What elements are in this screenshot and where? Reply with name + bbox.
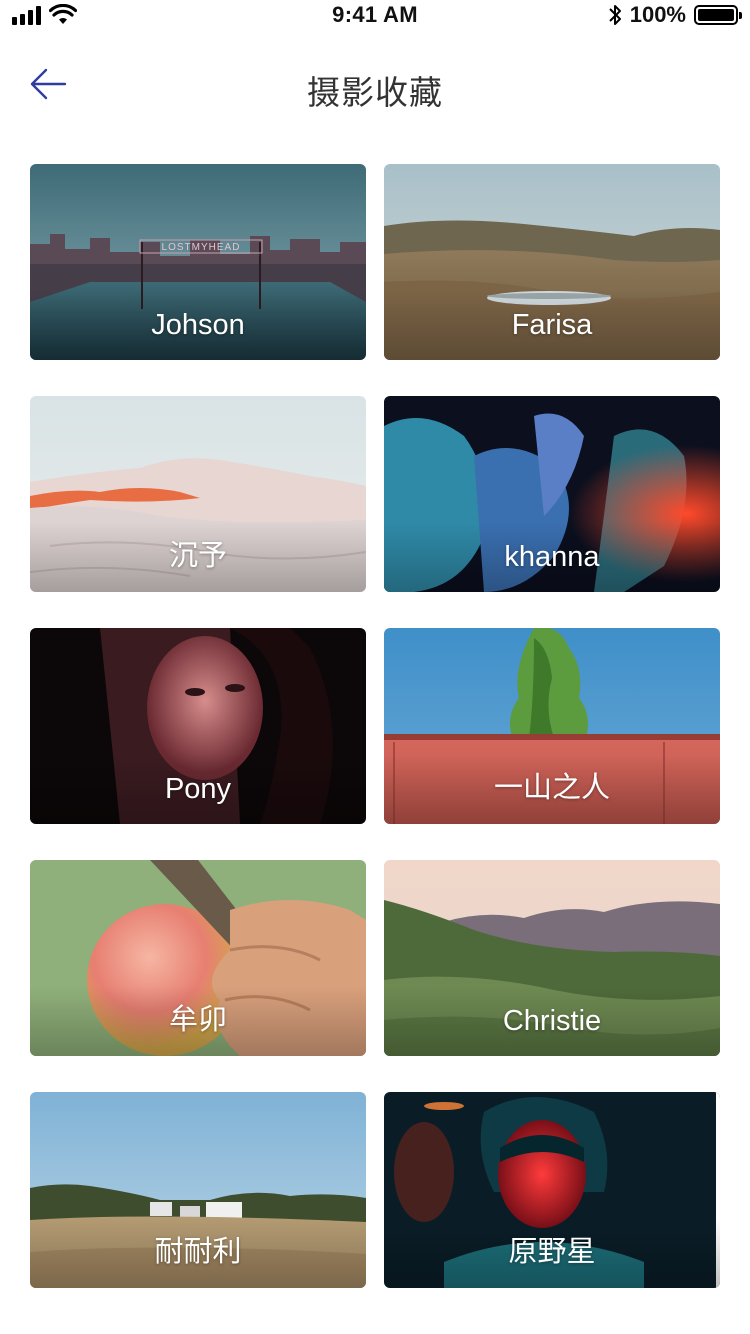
album-card-farisa[interactable]: Farisa bbox=[384, 164, 720, 360]
battery-percentage: 100% bbox=[629, 2, 686, 27]
album-card-moumao[interactable]: 牟卯 bbox=[30, 860, 366, 1056]
status-bar: 9:41 AM 100% bbox=[0, 0, 750, 32]
album-label: Johson bbox=[151, 309, 245, 341]
album-card-pony[interactable]: Pony bbox=[30, 628, 366, 824]
album-card-nainaili[interactable]: 耐耐利 bbox=[30, 1092, 366, 1288]
neon-sign-text: LOSTMYHEAD bbox=[162, 242, 241, 253]
album-label: 一山之人 bbox=[493, 772, 610, 804]
album-card-khanna[interactable]: khanna bbox=[384, 396, 720, 592]
album-label: khanna bbox=[504, 541, 600, 573]
album-label: Christie bbox=[502, 1005, 602, 1037]
album-card-johson[interactable]: LOSTMYHEAD Johson bbox=[30, 164, 366, 360]
album-card-yishanzhiren[interactable]: 一山之人 bbox=[384, 628, 720, 824]
album-card-chenyu[interactable]: 沉予 bbox=[30, 396, 366, 592]
bluetooth-icon bbox=[609, 5, 621, 25]
album-card-yuanyexing[interactable]: 原野星 bbox=[384, 1092, 720, 1288]
album-label: 沉予 bbox=[168, 540, 227, 572]
album-label: 原野星 bbox=[508, 1236, 596, 1268]
album-label: Farisa bbox=[511, 309, 593, 341]
album-card-christie[interactable]: Christie bbox=[384, 860, 720, 1056]
page-title: 摄影收藏 bbox=[307, 74, 443, 111]
album-label: Pony bbox=[164, 773, 232, 805]
album-label: 耐耐利 bbox=[154, 1236, 242, 1268]
nav-bar: 摄影收藏 bbox=[0, 50, 750, 120]
battery-icon bbox=[694, 5, 742, 25]
album-label: 牟卯 bbox=[168, 1004, 227, 1036]
